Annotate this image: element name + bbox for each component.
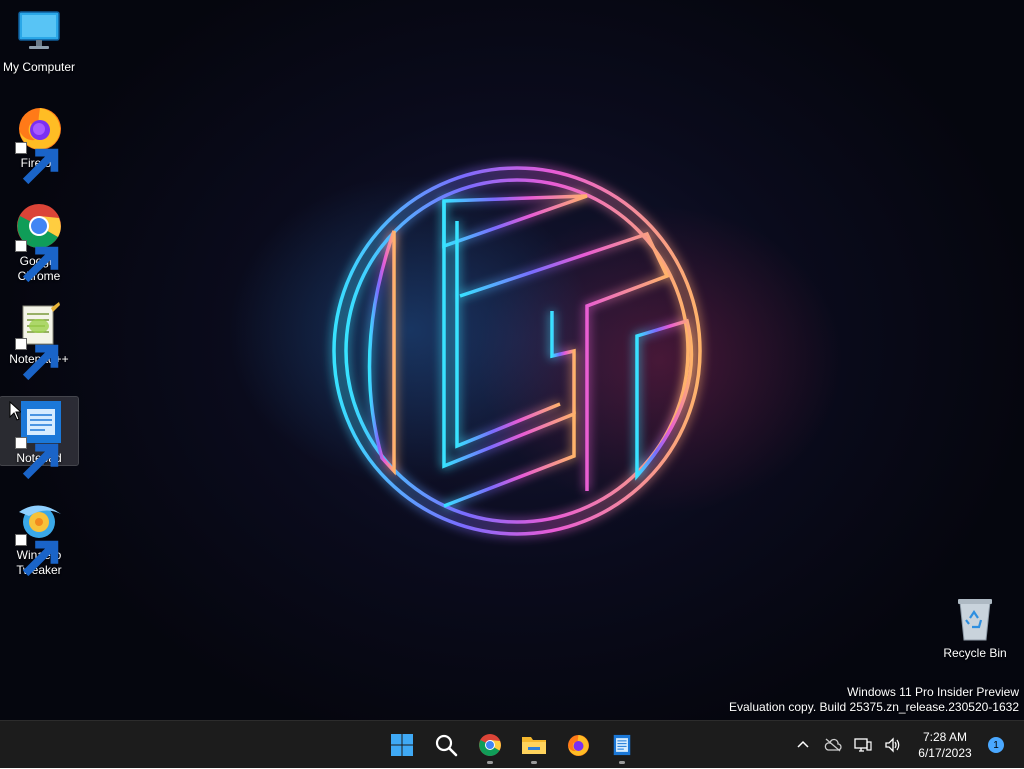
- taskbar-apps: [380, 721, 644, 769]
- taskbar-firefox[interactable]: [556, 725, 600, 765]
- desktop-icon-notepad-plus-plus[interactable]: Notepad++: [0, 300, 78, 381]
- winaero-tweaker-icon: [15, 496, 63, 577]
- desktop-icon-firefox[interactable]: Firefox: [0, 104, 78, 185]
- search-icon: [435, 734, 458, 757]
- monitor-icon: [15, 8, 63, 56]
- chrome-icon: [479, 734, 501, 756]
- desktop-icon-google-chrome[interactable]: Google Chrome: [0, 202, 78, 284]
- watermark-edition: Windows 11 Pro Insider Preview: [847, 685, 1019, 699]
- taskbar-notepad[interactable]: [600, 725, 644, 765]
- shortcut-arrow-icon: [15, 142, 59, 185]
- clock[interactable]: 7:28 AM 6/17/2023: [912, 729, 978, 761]
- show-hidden-icons-button[interactable]: [788, 725, 818, 765]
- windows-logo-icon: [391, 734, 413, 756]
- taskbar-chrome[interactable]: [468, 725, 512, 765]
- chrome-icon: [15, 202, 63, 283]
- desktop-icon-label: My Computer: [2, 60, 76, 74]
- shortcut-arrow-icon: [15, 338, 59, 381]
- shortcut-arrow-icon: [15, 240, 59, 283]
- firefox-icon: [15, 104, 63, 185]
- clock-time: 7:28 AM: [922, 730, 968, 744]
- watermark-build: Evaluation copy. Build 25375.zn_release.…: [729, 700, 1019, 714]
- shortcut-arrow-icon: [15, 437, 59, 480]
- notepad-icon: [15, 399, 63, 480]
- mouse-cursor: [9, 401, 21, 421]
- taskbar: 7:28 AM 6/17/2023 1: [0, 720, 1024, 768]
- volume-button[interactable]: [878, 725, 908, 765]
- search-button[interactable]: [424, 725, 468, 765]
- desktop-icon-winaero-tweaker[interactable]: Winaero Tweaker: [0, 496, 78, 578]
- running-indicator: [619, 761, 625, 764]
- onedrive-button[interactable]: [818, 725, 848, 765]
- recycle-bin-icon: [951, 594, 999, 642]
- desktop[interactable]: My Computer Firefox Google Chrome Notepa…: [0, 0, 1024, 720]
- notification-badge[interactable]: 1: [988, 737, 1004, 753]
- start-button[interactable]: [380, 725, 424, 765]
- desktop-icon-recycle-bin[interactable]: Recycle Bin: [936, 594, 1014, 661]
- wallpaper-logo: [332, 166, 702, 536]
- running-indicator: [531, 761, 537, 764]
- desktop-icon-label: Recycle Bin: [943, 646, 1007, 660]
- network-icon: [854, 738, 872, 752]
- taskbar-file-explorer[interactable]: [512, 725, 556, 765]
- clock-date: 6/17/2023: [918, 746, 972, 760]
- shortcut-arrow-icon: [15, 534, 59, 577]
- folder-icon: [522, 737, 546, 754]
- volume-icon: [885, 737, 900, 753]
- notification-count: 1: [993, 739, 999, 751]
- network-button[interactable]: [848, 725, 878, 765]
- chevron-up-icon: [797, 740, 809, 748]
- system-tray: 7:28 AM 6/17/2023 1: [788, 721, 1024, 769]
- notepad-icon: [613, 734, 631, 756]
- running-indicator: [487, 761, 493, 764]
- desktop-icon-my-computer[interactable]: My Computer: [0, 8, 78, 75]
- evaluation-watermark: Windows 11 Pro Insider Preview Evaluatio…: [729, 685, 1019, 715]
- firefox-icon: [568, 735, 589, 756]
- onedrive-offline-icon: [824, 738, 842, 752]
- notepad-plus-plus-icon: [15, 300, 63, 381]
